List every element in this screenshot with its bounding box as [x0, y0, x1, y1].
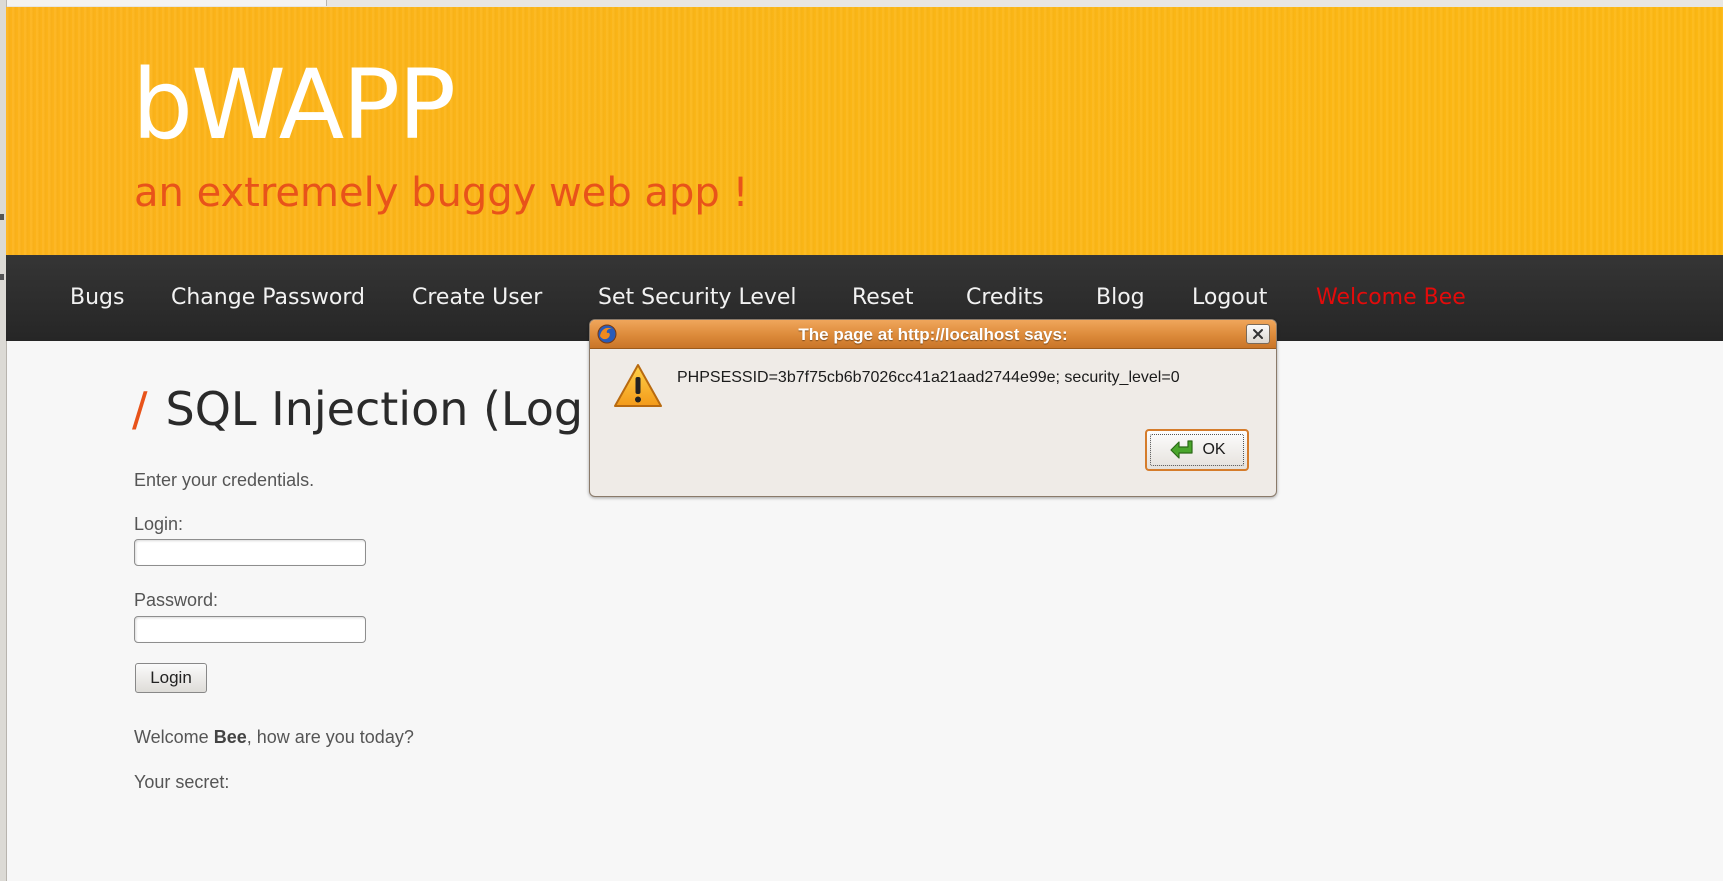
welcome-username: Bee [213, 727, 247, 747]
title-slash: / [132, 382, 148, 436]
page-title-text: SQL Injection (Log [165, 382, 584, 436]
nav-item-change-password[interactable]: Change Password [171, 285, 365, 310]
browser-viewport: bWAPP an extremely buggy web app ! Bugs … [0, 0, 1723, 881]
password-label: Password: [134, 590, 219, 610]
dialog-close-button[interactable] [1246, 324, 1270, 344]
password-input[interactable] [134, 616, 366, 643]
edge-mark [0, 214, 4, 220]
login-label: Login: [134, 514, 184, 534]
nav-item-blog[interactable]: Blog [1096, 285, 1145, 310]
welcome-text: Welcome Bee, how are you today? [134, 727, 414, 747]
nav-item-welcome[interactable]: Welcome Bee [1316, 285, 1466, 310]
dialog-title: The page at http://localhost says: [798, 325, 1068, 344]
edge-mark [0, 274, 4, 280]
dialog-titlebar[interactable]: The page at http://localhost says: [590, 320, 1276, 349]
site-logo[interactable]: bWAPP [132, 57, 456, 153]
enter-arrow-icon [1170, 440, 1194, 459]
login-button[interactable]: Login [135, 663, 207, 693]
secret-label: Your secret: [134, 772, 230, 792]
dialog-ok-button[interactable]: OK [1145, 429, 1249, 471]
nav-item-logout[interactable]: Logout [1192, 285, 1267, 310]
site-header: bWAPP an extremely buggy web app ! [6, 7, 1723, 255]
dialog-message: PHPSESSID=3b7f75cb6b7026cc41a21aad2744e9… [677, 369, 1180, 386]
page-title: / SQL Injection (Log [132, 382, 583, 436]
browser-tab[interactable] [6, 0, 327, 6]
intro-text: Enter your credentials. [134, 470, 315, 490]
ok-label: OK [1202, 441, 1226, 458]
alert-dialog: The page at http://localhost says: PHPSE… [589, 319, 1277, 497]
warning-icon [614, 364, 662, 407]
site-tagline: an extremely buggy web app ! [134, 170, 749, 216]
nav-item-bugs[interactable]: Bugs [70, 285, 124, 310]
nav-item-set-security-level[interactable]: Set Security Level [598, 285, 797, 310]
login-input[interactable] [134, 539, 366, 566]
nav-item-create-user[interactable]: Create User [412, 285, 542, 310]
close-icon [1253, 329, 1263, 339]
nav-item-reset[interactable]: Reset [852, 285, 913, 310]
nav-item-credits[interactable]: Credits [966, 285, 1044, 310]
